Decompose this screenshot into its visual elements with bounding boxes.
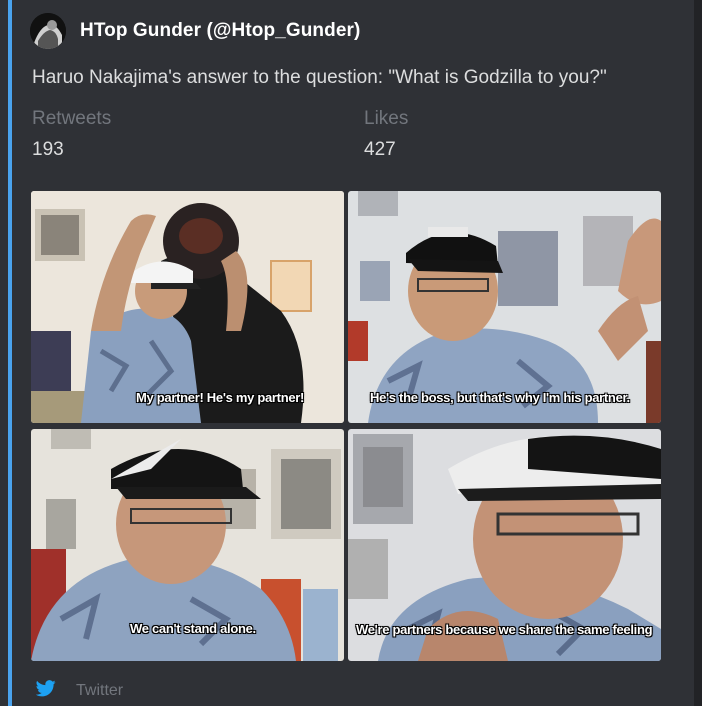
gallery-image-2[interactable]: He's the boss, but that's why I'm his pa… xyxy=(348,191,661,423)
gallery-image-1[interactable]: My partner! He's my partner! xyxy=(31,191,344,423)
image-gallery: My partner! He's my partner! He's the bo… xyxy=(31,191,661,661)
field-likes: Likes 427 xyxy=(364,108,408,161)
field-retweets-value: 193 xyxy=(32,139,64,160)
field-likes-value: 427 xyxy=(364,139,396,160)
embed-author[interactable]: HTop Gunder (@Htop_Gunder) xyxy=(30,13,360,49)
author-avatar[interactable] xyxy=(30,13,66,49)
embed-description: Haruo Nakajima's answer to the question:… xyxy=(32,67,607,88)
field-retweets: Retweets 193 xyxy=(32,108,111,161)
image-2-caption: He's the boss, but that's why I'm his pa… xyxy=(370,390,630,405)
panel-edge xyxy=(694,0,702,706)
gallery-image-3[interactable]: We can't stand alone. xyxy=(31,429,344,661)
gallery-image-4[interactable]: We're partners because we share the same… xyxy=(348,429,661,661)
embed-accent-bar xyxy=(8,0,12,706)
image-3-caption: We can't stand alone. xyxy=(130,621,256,636)
twitter-bird-icon xyxy=(35,680,56,702)
image-4-caption: We're partners because we share the same… xyxy=(356,622,653,637)
image-1-caption: My partner! He's my partner! xyxy=(136,390,305,405)
author-name[interactable]: HTop Gunder (@Htop_Gunder) xyxy=(80,20,360,42)
tweet-embed: HTop Gunder (@Htop_Gunder) Haruo Nakajim… xyxy=(0,0,702,706)
field-likes-name: Likes xyxy=(364,108,409,129)
footer-text: Twitter xyxy=(76,682,124,699)
embed-footer: Twitter xyxy=(35,680,124,702)
field-retweets-name: Retweets xyxy=(32,108,112,129)
